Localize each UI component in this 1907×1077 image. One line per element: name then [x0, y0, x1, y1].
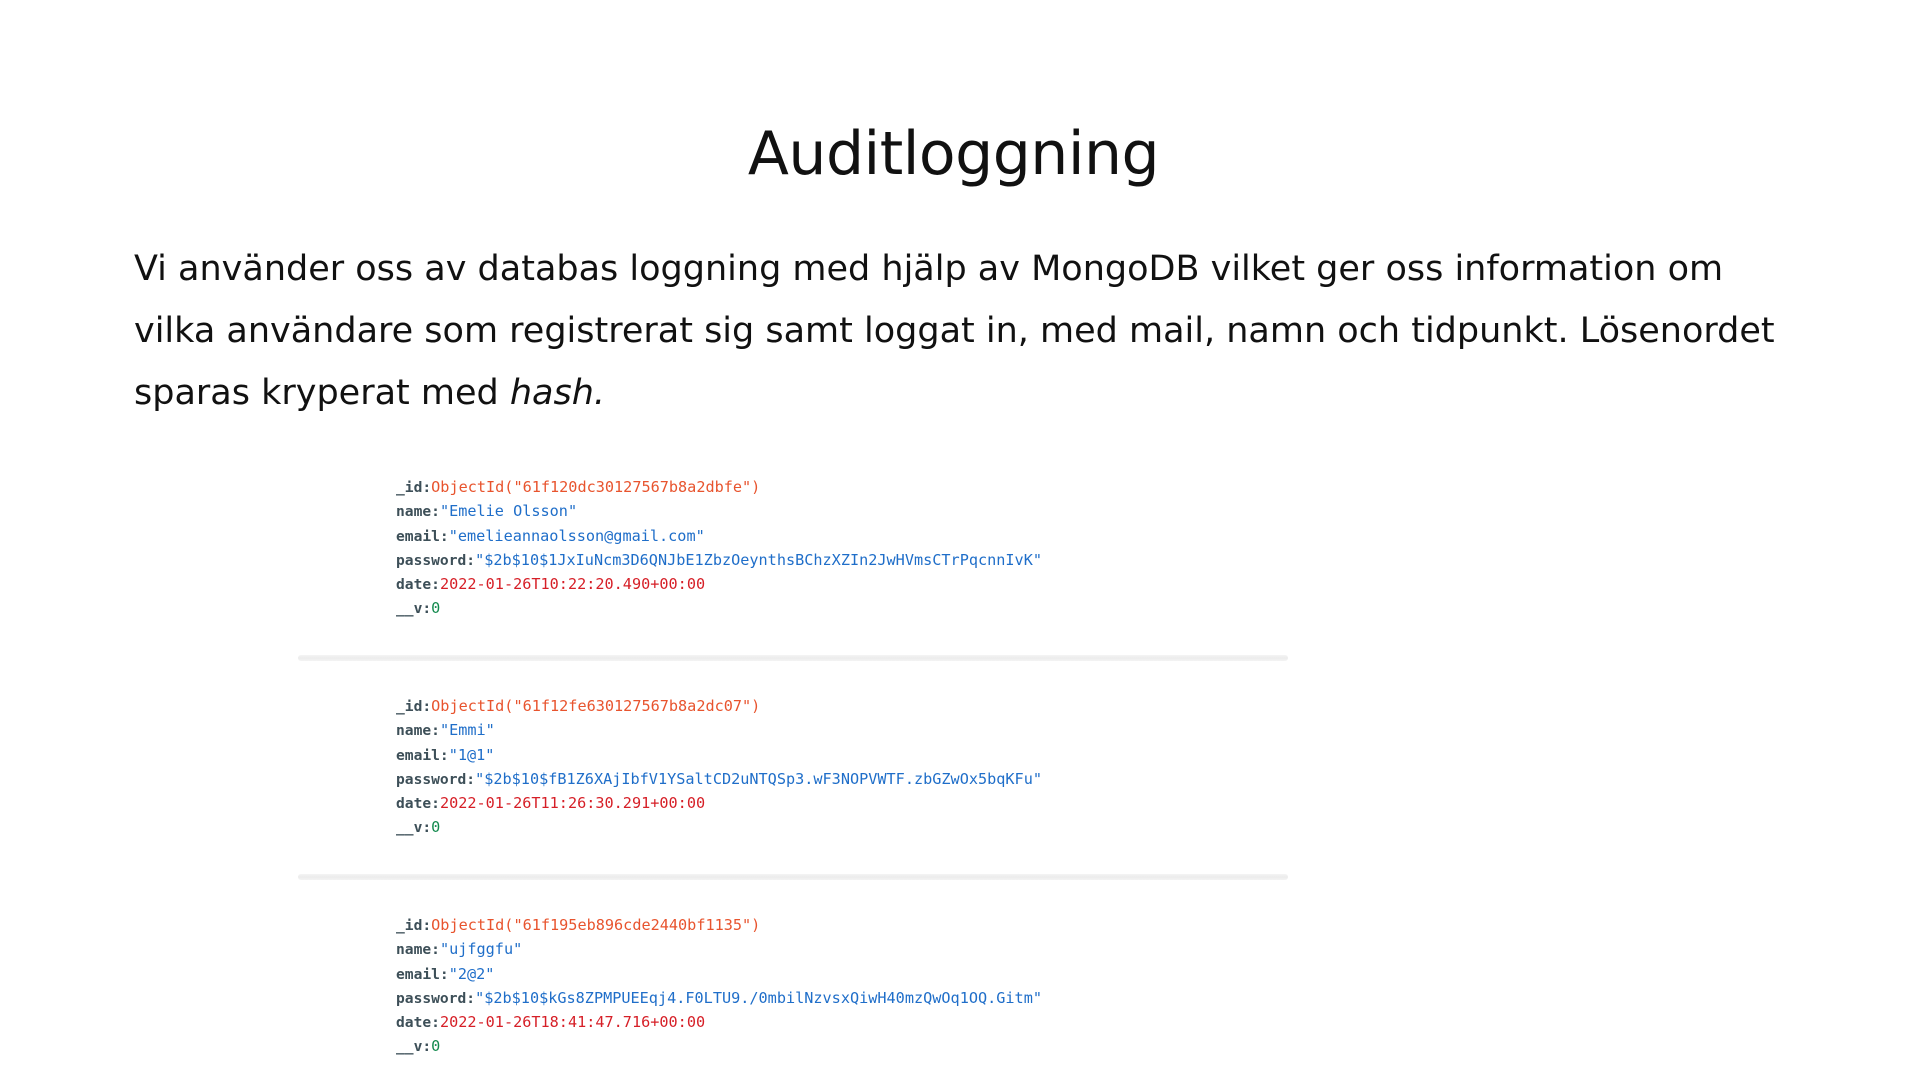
field-email: email:"emelieannaolsson@gmail.com" [396, 524, 1276, 548]
field-key: _id: [396, 698, 432, 715]
field-key: email: [396, 527, 449, 545]
slide-body-text: Vi använder oss av databas loggning med … [134, 238, 1794, 424]
field-key: name: [396, 503, 440, 521]
document-separator [298, 655, 1288, 661]
field-password: password:"$2b$10$fB1Z6XAjIbfV1YSaltCD2uN… [396, 767, 1276, 791]
field-version: __v:0 [396, 1034, 1276, 1058]
field-value: "1@1" [448, 745, 495, 764]
field-value: ObjectId("61f120dc30127567b8a2dbfe") [431, 478, 761, 496]
field-value: ObjectId("61f12fe630127567b8a2dc07") [431, 697, 761, 715]
field-key: _id: [396, 917, 432, 934]
field-value: 2022-01-26T11:26:30.291+00:00 [439, 794, 706, 813]
field-value: "2@2" [448, 964, 495, 983]
field-key: _id: [396, 479, 432, 496]
mongodb-document: _id:ObjectId("61f195eb896cde2440bf1135")… [396, 913, 1276, 1059]
field-version: __v:0 [396, 815, 1276, 839]
field-value: 0 [431, 818, 441, 837]
field-name: name:"Emmi" [396, 718, 1276, 742]
field-key: email: [396, 746, 449, 764]
field-id: _id:ObjectId("61f12fe630127567b8a2dc07") [396, 694, 1276, 718]
field-date: date:2022-01-26T11:26:30.291+00:00 [396, 791, 1276, 815]
field-id: _id:ObjectId("61f195eb896cde2440bf1135") [396, 913, 1276, 937]
field-value: "$2b$10$kGs8ZPMPUEEqj4.F0LTU9./0mbilNzvs… [475, 988, 1042, 1007]
field-key: date: [396, 576, 440, 594]
field-password: password:"$2b$10$kGs8ZPMPUEEqj4.F0LTU9./… [396, 986, 1276, 1010]
slide-title: Auditloggning [747, 119, 1160, 189]
field-date: date:2022-01-26T18:41:47.716+00:00 [396, 1010, 1276, 1034]
field-value: 0 [431, 599, 441, 618]
field-value: "Emmi" [439, 721, 495, 740]
slide-body-main: Vi använder oss av databas loggning med … [134, 249, 1775, 413]
field-key: date: [396, 795, 440, 813]
field-date: date:2022-01-26T10:22:20.490+00:00 [396, 572, 1276, 596]
mongodb-document: _id:ObjectId("61f120dc30127567b8a2dbfe")… [396, 475, 1276, 621]
field-name: name:"ujfggfu" [396, 937, 1276, 961]
field-key: password: [396, 989, 476, 1007]
field-value: "emelieannaolsson@gmail.com" [448, 526, 705, 545]
field-key: email: [396, 965, 449, 983]
field-value: "ujfggfu" [439, 940, 523, 959]
field-email: email:"2@2" [396, 962, 1276, 986]
field-name: name:"Emelie Olsson" [396, 499, 1276, 523]
field-value: "$2b$10$fB1Z6XAjIbfV1YSaltCD2uNTQSp3.wF3… [475, 769, 1042, 788]
field-version: __v:0 [396, 596, 1276, 620]
field-value: 0 [431, 1037, 441, 1056]
field-value: 2022-01-26T18:41:47.716+00:00 [439, 1013, 706, 1032]
field-value: 2022-01-26T10:22:20.490+00:00 [439, 575, 706, 594]
field-key: __v: [396, 1038, 432, 1056]
field-value: ObjectId("61f195eb896cde2440bf1135") [431, 916, 761, 934]
slide-body-emphasis: hash. [509, 373, 606, 413]
field-key: __v: [396, 600, 432, 618]
field-value: "$2b$10$1JxIuNcm3D6QNJbE1ZbzOeynthsBChzX… [475, 550, 1042, 569]
field-email: email:"1@1" [396, 743, 1276, 767]
field-key: __v: [396, 819, 432, 837]
field-password: password:"$2b$10$1JxIuNcm3D6QNJbE1ZbzOey… [396, 548, 1276, 572]
document-separator [298, 874, 1288, 880]
field-key: name: [396, 722, 440, 740]
field-key: date: [396, 1014, 440, 1032]
field-value: "Emelie Olsson" [439, 502, 578, 521]
mongodb-documents-screenshot: _id:ObjectId("61f120dc30127567b8a2dbfe")… [298, 460, 1288, 1060]
field-key: password: [396, 551, 476, 569]
field-key: password: [396, 770, 476, 788]
mongodb-document: _id:ObjectId("61f12fe630127567b8a2dc07")… [396, 694, 1276, 840]
field-key: name: [396, 941, 440, 959]
field-id: _id:ObjectId("61f120dc30127567b8a2dbfe") [396, 475, 1276, 499]
